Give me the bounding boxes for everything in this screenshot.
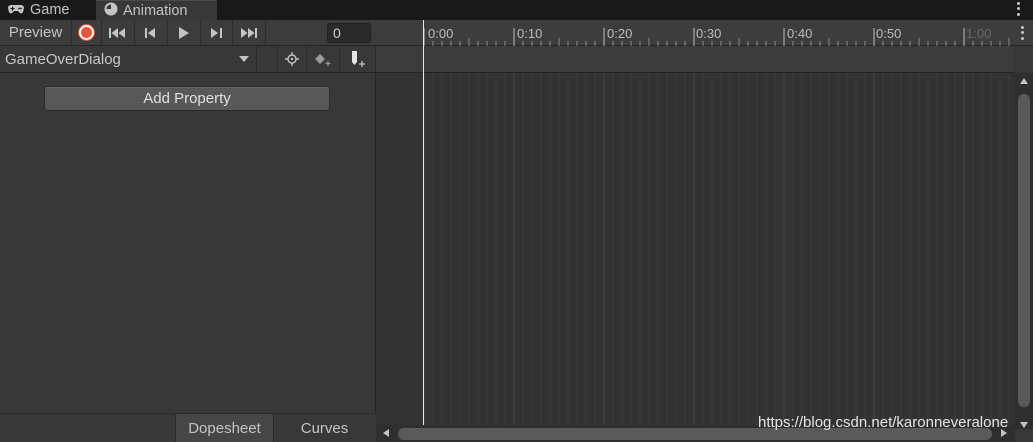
tab-dopesheet[interactable]: Dopesheet [175, 414, 274, 442]
playhead[interactable] [423, 20, 424, 425]
vertical-scrollbar[interactable] [1015, 73, 1033, 429]
event-track[interactable] [376, 46, 1015, 73]
filter-by-selection-button[interactable] [277, 46, 307, 72]
timeline-panel: 0:00 0:10 0:20 0:30 0:40 0:50 1:00 [376, 20, 1033, 442]
tab-animation-label: Animation [123, 2, 188, 19]
add-keyframe-icon [315, 54, 331, 66]
play-button[interactable] [168, 20, 201, 45]
next-keyframe-button[interactable] [201, 20, 233, 45]
playback-toolbar: Preview 0 [0, 20, 376, 46]
skip-to-start-icon [109, 27, 125, 38]
view-mode-tabs: Dopesheet Curves [0, 413, 376, 442]
step-back-icon [145, 27, 155, 38]
play-icon [179, 26, 189, 39]
tab-game[interactable]: Game [0, 0, 96, 20]
tab-curves[interactable]: Curves [274, 414, 375, 442]
timeline-menu-icon[interactable] [1019, 25, 1025, 41]
previous-keyframe-button[interactable] [135, 20, 168, 45]
preview-toggle[interactable]: Preview [0, 20, 72, 45]
add-event-button[interactable] [340, 46, 376, 72]
grid-lines [423, 73, 1010, 429]
window-tab-bar: Game Animation [0, 0, 1033, 20]
chevron-down-icon [239, 56, 249, 62]
scroll-down-icon[interactable] [1020, 422, 1028, 428]
time-label-6: 1:00 [966, 26, 992, 41]
time-label-2: 0:20 [607, 26, 633, 41]
window-menu-icon[interactable] [1013, 1, 1023, 17]
scroll-left-icon[interactable] [383, 429, 389, 437]
vertical-scroll-thumb[interactable] [1018, 94, 1030, 407]
clip-bar: GameOverDialog [0, 46, 376, 73]
time-label-0: 0:00 [428, 26, 454, 41]
clip-dropdown[interactable]: GameOverDialog [0, 46, 257, 72]
time-label-5: 0:50 [876, 26, 902, 41]
clip-dropdown-value: GameOverDialog [5, 50, 121, 68]
skip-to-end-icon [241, 27, 257, 38]
gamepad-icon [7, 2, 25, 18]
watermark-text: https://blog.csdn.net/karonneveralone [758, 414, 1009, 431]
preview-label: Preview [8, 24, 63, 41]
record-button[interactable] [72, 20, 102, 45]
time-label-1: 0:10 [517, 26, 543, 41]
clock-icon [104, 2, 118, 20]
time-ruler[interactable]: 0:00 0:10 0:20 0:30 0:40 0:50 1:00 [376, 20, 1033, 46]
record-icon [79, 25, 94, 40]
dopesheet-grid[interactable] [376, 73, 1015, 429]
first-keyframe-button[interactable] [102, 20, 135, 45]
animation-left-panel: Preview 0 GameOverDialog Add Property Do… [0, 20, 376, 442]
tab-game-label: Game [30, 2, 70, 18]
time-label-3: 0:30 [696, 26, 722, 41]
add-keyframe-button[interactable] [307, 46, 340, 72]
last-keyframe-button[interactable] [233, 20, 266, 45]
add-property-button[interactable]: Add Property [44, 86, 330, 111]
add-event-icon [351, 51, 365, 67]
scroll-up-icon[interactable] [1020, 78, 1028, 84]
step-forward-icon [210, 27, 222, 38]
time-label-4: 0:40 [787, 26, 813, 41]
frame-input[interactable]: 0 [327, 23, 371, 43]
tab-animation[interactable]: Animation [96, 0, 217, 20]
crosshair-icon [285, 52, 299, 66]
